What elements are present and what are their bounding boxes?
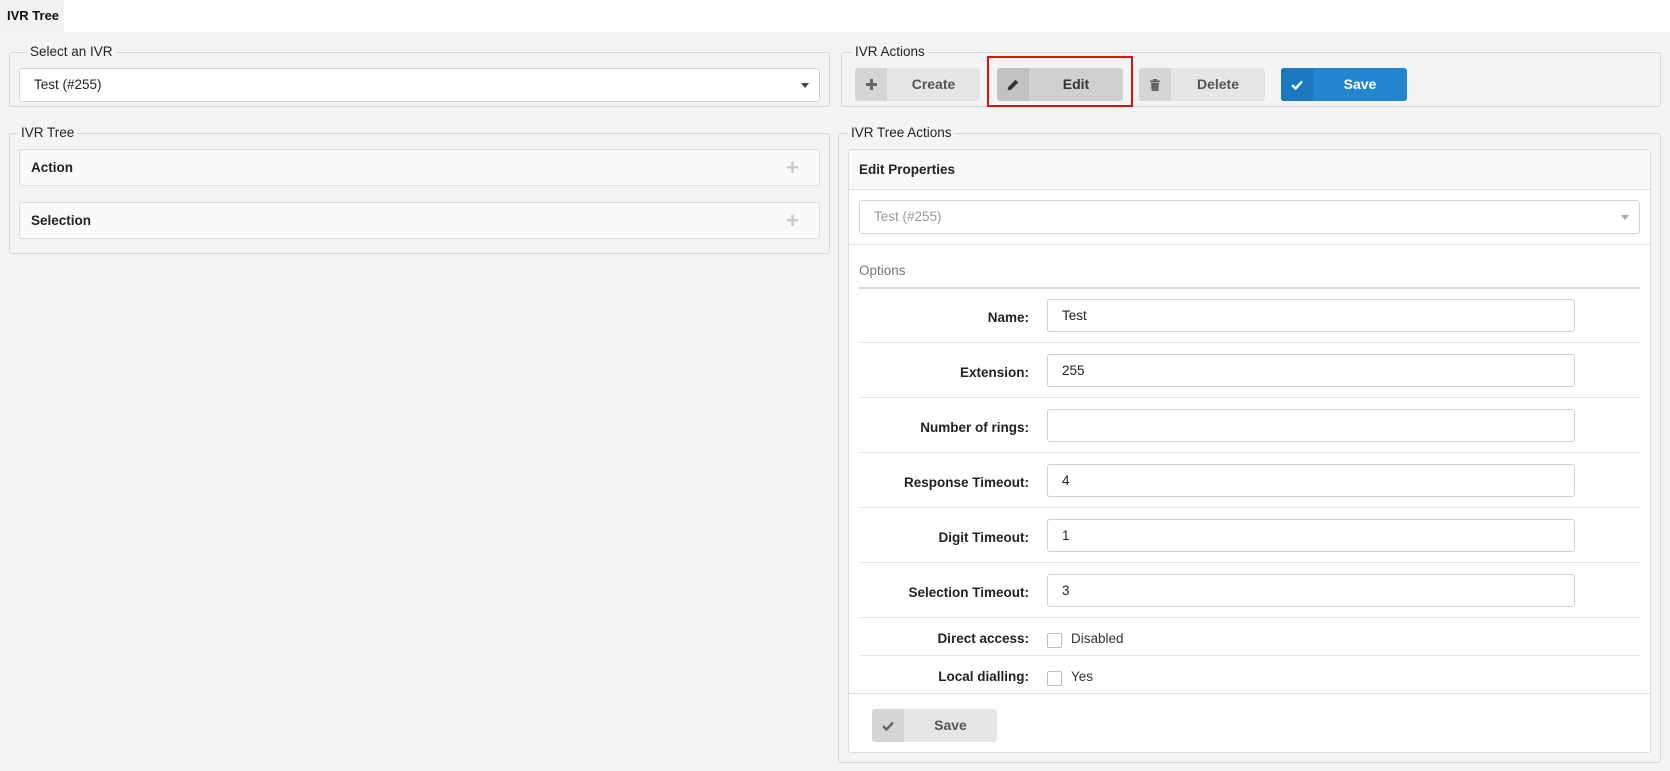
options-divider (859, 287, 1640, 289)
delete-button-label: Delete (1196, 76, 1240, 92)
ivr-actions-legend: IVR Actions (852, 44, 928, 60)
save-ivr-button-label: Save (1343, 76, 1377, 92)
select-ivr-fieldset: Select an IVR Test (#255) (9, 44, 830, 107)
add-action-icon[interactable]: + (786, 150, 799, 185)
row-divider (859, 507, 1640, 508)
tab-bar: IVR Tree (0, 0, 1670, 32)
chevron-down-icon (801, 83, 809, 88)
footer-divider (849, 693, 1650, 694)
trash-icon (1139, 68, 1171, 101)
digit-timeout-label: Digit Timeout: (938, 530, 1030, 545)
create-button[interactable]: Create (855, 68, 980, 101)
selection-timeout-field[interactable]: 3 (1047, 574, 1575, 607)
response-timeout-field[interactable]: 4 (1047, 464, 1575, 497)
add-selection-icon[interactable]: + (786, 203, 799, 238)
direct-access-checkbox-label: Disabled (1071, 631, 1124, 646)
ivr-node-select[interactable]: Test (#255) (859, 200, 1640, 234)
row-divider (859, 562, 1640, 563)
row-divider (859, 397, 1640, 398)
rings-field[interactable] (1047, 409, 1575, 442)
edit-properties-panel: Edit Properties Test (#255) Options Name… (848, 149, 1651, 753)
direct-access-checkbox[interactable] (1047, 633, 1062, 648)
tree-item-action[interactable]: Action + (19, 149, 820, 186)
edit-properties-title: Edit Properties (849, 150, 1650, 190)
checkmark-icon (1281, 68, 1313, 101)
divider (849, 244, 1650, 245)
row-divider (859, 655, 1640, 656)
chevron-down-icon (1621, 215, 1629, 220)
save-properties-button[interactable]: Save (872, 709, 997, 742)
delete-button[interactable]: Delete (1139, 68, 1265, 101)
local-dialling-checkbox-label: Yes (1071, 669, 1094, 684)
row-divider (859, 342, 1640, 343)
direct-access-label: Direct access: (937, 631, 1029, 646)
selection-timeout-label: Selection Timeout: (908, 585, 1029, 600)
row-divider (859, 452, 1640, 453)
ivr-tree-actions-fieldset: IVR Tree Actions Edit Properties Test (#… (838, 125, 1661, 763)
tree-item-selection[interactable]: Selection + (19, 202, 820, 239)
save-properties-button-label: Save (934, 717, 967, 733)
ivr-tree-actions-legend: IVR Tree Actions (848, 125, 955, 141)
ivr-node-select-value: Test (#255) (874, 209, 942, 224)
local-dialling-label: Local dialling: (938, 669, 1029, 684)
create-button-label: Create (911, 76, 956, 92)
digit-timeout-field[interactable]: 1 (1047, 519, 1575, 552)
tree-item-action-label: Action (31, 160, 73, 175)
name-label: Name: (987, 310, 1029, 325)
checkmark-icon (872, 709, 904, 742)
tree-item-selection-label: Selection (31, 213, 92, 228)
ivr-tree-fieldset: IVR Tree Action + Selection + (9, 125, 830, 254)
ivr-tree-legend: IVR Tree (18, 125, 78, 141)
options-title: Options (859, 263, 906, 278)
name-field[interactable]: Test (1047, 299, 1575, 332)
plus-icon (855, 68, 887, 101)
select-ivr-legend: Select an IVR (27, 44, 116, 60)
ivr-select[interactable]: Test (#255) (19, 68, 820, 102)
row-divider (859, 617, 1640, 618)
rings-label: Number of rings: (920, 420, 1029, 435)
local-dialling-checkbox[interactable] (1047, 671, 1062, 686)
ivr-actions-fieldset: IVR Actions Create Edit Delete Save (841, 44, 1661, 107)
ivr-select-value: Test (#255) (34, 77, 102, 92)
tab-ivr-tree[interactable]: IVR Tree (0, 0, 64, 32)
save-ivr-button[interactable]: Save (1281, 68, 1407, 101)
response-timeout-label: Response Timeout: (903, 475, 1029, 490)
edit-button-highlight (987, 56, 1133, 107)
extension-field[interactable]: 255 (1047, 354, 1575, 387)
extension-label: Extension: (959, 365, 1029, 380)
